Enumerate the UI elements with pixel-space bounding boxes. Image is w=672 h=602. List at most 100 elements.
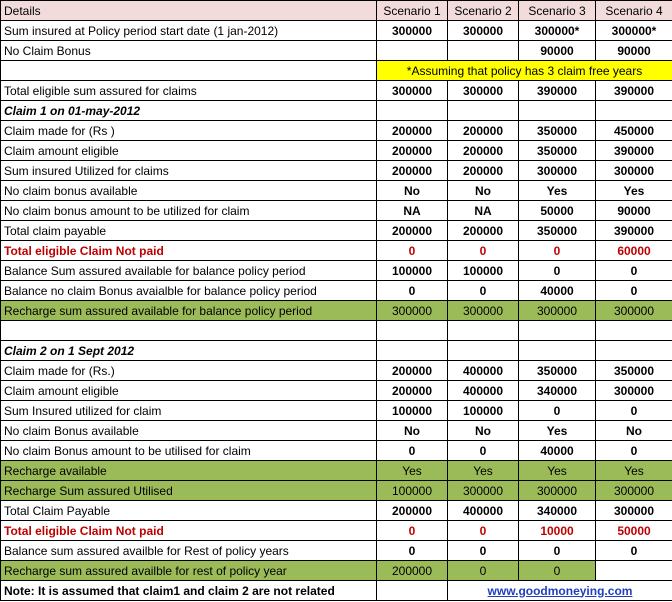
row-value-scenario-4: 90000 [595,40,672,61]
row-value-scenario-3: Yes [518,420,596,441]
row-value-scenario-2: 200000 [447,120,519,141]
table-body: Details Scenario 1 Scenario 2 Scenario 3… [0,0,672,601]
row-value-scenario-1: 200000 [376,220,448,241]
row-value-scenario-1: 200000 [376,560,448,581]
row-value-scenario-3: 0 [518,240,596,261]
assumption-note: *Assuming that policy has 3 claim free y… [376,60,672,81]
row-label: Claim 2 on 1 Sept 2012 [0,340,377,361]
table-row: Recharge sum assured available for balan… [0,300,672,321]
row-value-scenario-2: 100000 [447,260,519,281]
table-row: Total eligible sum assured for claims 300… [0,80,672,101]
row-value-scenario-2: Yes [447,460,519,481]
row-value-scenario-2: 0 [447,540,519,561]
row-value-scenario-1: 200000 [376,380,448,401]
row-label: Sum Insured utilized for claim [0,400,377,421]
row-value-scenario-3: 90000 [518,40,596,61]
row-value-scenario-2: 300000 [447,300,519,321]
row-value-scenario-3: 40000 [518,280,596,301]
row-label: No claim Bonus amount to be utilised for… [0,440,377,461]
row-value-scenario-2: 200000 [447,160,519,181]
table-row: Sum insured at Policy period start date … [0,20,672,41]
table-row: Balance Sum assured available for balanc… [0,260,672,281]
table-row: Claim amount eligible 200000 200000 350000 3… [0,140,672,161]
row-value-scenario-1 [376,340,448,361]
website-link[interactable]: www.goodmoneying.com [447,580,672,601]
table-row: Claim made for (Rs ) 200000 200000 350000 45… [0,120,672,141]
table-row: Sum Insured utilized for claim 100000 1000… [0,400,672,421]
row-value-scenario-4: 390000 [595,220,672,241]
row-value-scenario-1 [376,40,448,61]
row-value-scenario-1: 200000 [376,120,448,141]
table-row: Sum insured Utilized for claims 200000 200… [0,160,672,181]
row-value-scenario-4: 90000 [595,200,672,221]
row-label: Balance Sum assured available for balanc… [0,260,377,281]
row-value-scenario-3: 350000 [518,140,596,161]
row-value-scenario-2: No [447,420,519,441]
row-value-scenario-3: 0 [518,560,596,581]
row-value-scenario-4: 0 [595,400,672,421]
row-value-scenario-1: 300000 [376,20,448,41]
row-label: Claim made for (Rs.) [0,360,377,381]
table-row: Recharge available Yes Yes Yes Yes [0,460,672,481]
table-row: No claim bonus available No No Yes Yes [0,180,672,201]
row-value-scenario-4: 0 [595,540,672,561]
row-value-scenario-1: No [376,180,448,201]
table-row: Claim 2 on 1 Sept 2012 [0,340,672,361]
table-row: No claim bonus amount to be utilized for… [0,200,672,221]
footer-spacer [376,580,448,601]
row-value-scenario-1: 200000 [376,160,448,181]
row-value-scenario-4: 300000* [595,20,672,41]
row-value-scenario-1: Yes [376,460,448,481]
row-value-scenario-4: 300000 [595,500,672,521]
row-label: Sum insured Utilized for claims [0,160,377,181]
row-value-scenario-2: NA [447,200,519,221]
row-value-scenario-3: 0 [518,540,596,561]
row-value-scenario-3 [518,320,596,341]
table-row: No claim Bonus available No No Yes No [0,420,672,441]
row-value-scenario-2: 100000 [447,400,519,421]
row-value-scenario-4: 300000 [595,380,672,401]
row-value-scenario-4: 0 [595,440,672,461]
table-row: Recharge sum assured availble for rest o… [0,560,672,581]
row-value-scenario-3: 300000 [518,300,596,321]
row-value-scenario-1: 0 [376,280,448,301]
table-row: *Assuming that policy has 3 claim free y… [0,60,672,81]
row-value-scenario-1: 300000 [376,80,448,101]
row-value-scenario-1: 200000 [376,500,448,521]
table-row: Recharge Sum assured Utilised 100000 30000… [0,480,672,501]
table-row: Total eligible Claim Not paid 0 0 0 60000 [0,240,672,261]
row-value-scenario-2: 0 [447,520,519,541]
row-label: Claim 1 on 01-may-2012 [0,100,377,121]
row-value-scenario-4: 350000 [595,360,672,381]
row-value-scenario-2: 300000 [447,80,519,101]
row-value-scenario-1: NA [376,200,448,221]
row-value-scenario-2 [447,340,519,361]
row-value-scenario-1 [376,100,448,121]
row-value-scenario-3: Yes [518,460,596,481]
row-value-scenario-3: 350000 [518,360,596,381]
row-value-scenario-2 [447,100,519,121]
row-value-scenario-2: 0 [447,240,519,261]
footer-row: Note: It is assumed that claim1 and clai… [0,580,672,601]
row-value-scenario-3: 300000* [518,20,596,41]
row-value-scenario-4: Yes [595,460,672,481]
row-value-scenario-4: 0 [595,260,672,281]
row-value-scenario-4 [595,320,672,341]
table-row: Claim 1 on 01-may-2012 [0,100,672,121]
row-value-scenario-2 [447,40,519,61]
table-row: Balance sum assured availble for Rest of… [0,540,672,561]
row-value-scenario-3: 0 [518,260,596,281]
row-value-scenario-1: 0 [376,540,448,561]
row-value-scenario-2: 0 [447,560,519,581]
row-label: No claim bonus amount to be utilized for… [0,200,377,221]
row-value-scenario-1: 0 [376,440,448,461]
row-value-scenario-1 [376,320,448,341]
row-value-scenario-2: 0 [447,280,519,301]
row-value-scenario-2: No [447,180,519,201]
row-label: No claim Bonus available [0,420,377,441]
header-row: Details Scenario 1 Scenario 2 Scenario 3… [0,0,672,21]
row-value-scenario-4: 0 [595,280,672,301]
row-label: Total Claim Payable [0,500,377,521]
row-value-scenario-3: 340000 [518,380,596,401]
row-label: Recharge Sum assured Utilised [0,480,377,501]
